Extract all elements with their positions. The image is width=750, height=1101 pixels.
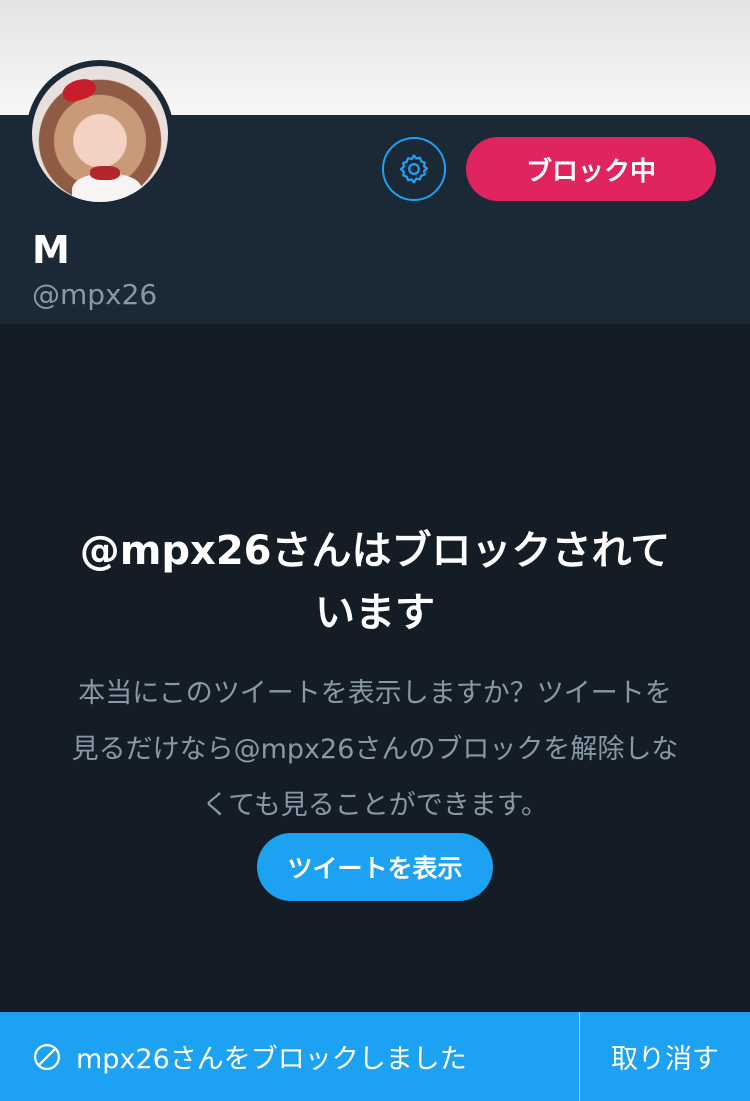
toast-message: mpx26さんをブロックしました [0,1012,579,1101]
undo-button[interactable]: 取り消す [580,1012,750,1101]
avatar-image [32,66,168,202]
avatar[interactable] [26,60,174,208]
blocked-description: 本当にこのツイートを表示しますか？ツイートを見るだけなら@mpx26さんのブロッ… [71,678,679,821]
settings-button[interactable] [382,137,446,201]
gear-icon [399,154,429,184]
user-handle: @mpx26 [32,278,158,311]
block-toast: mpx26さんをブロックしました 取り消す [0,1012,750,1101]
block-icon [32,1042,62,1072]
display-name: M [32,228,70,272]
toast-text: mpx26さんをブロックしました [76,1044,467,1075]
blocked-title: @mpx26さんはブロックされています [79,528,671,636]
view-tweet-button[interactable]: ツイートを表示 [257,833,493,901]
blocked-button[interactable]: ブロック中 [466,137,716,201]
